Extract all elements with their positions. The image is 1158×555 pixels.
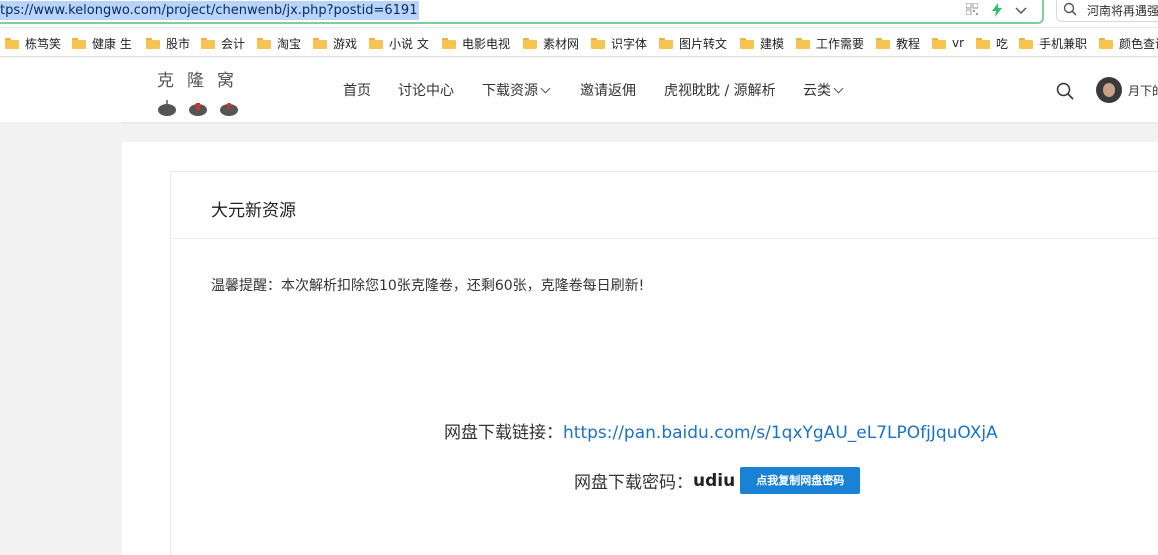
bookmark-folder[interactable]: 识字体 bbox=[591, 35, 647, 51]
nav-source-parse[interactable]: 虎视眈眈 / 源解析 bbox=[664, 80, 776, 100]
bookmark-folder[interactable]: 工作需要 bbox=[796, 35, 864, 51]
password-row: 网盘下载密码： udiu 点我复制网盘密码 bbox=[574, 467, 861, 494]
nav-label: 讨论中心 bbox=[398, 83, 454, 99]
user-name[interactable]: 月下的 bbox=[1128, 82, 1158, 99]
bookmark-folder[interactable]: 吃 bbox=[976, 35, 1008, 51]
logo-bug-icon bbox=[158, 100, 176, 116]
bookmark-folder[interactable]: 淘宝 bbox=[257, 35, 301, 51]
folder-icon bbox=[369, 37, 383, 49]
page-background bbox=[0, 122, 122, 555]
folder-icon bbox=[740, 37, 754, 49]
folder-icon bbox=[796, 37, 810, 49]
bookmark-folder[interactable]: 教程 bbox=[876, 35, 920, 51]
browser-search-box[interactable]: 河南将再遇强 bbox=[1056, 0, 1158, 22]
chevron-down-icon bbox=[833, 83, 844, 94]
chevron-down-icon[interactable] bbox=[1013, 3, 1029, 19]
bookmark-label: 素材网 bbox=[543, 36, 580, 51]
folder-icon bbox=[5, 37, 19, 49]
browser-search-text[interactable]: 河南将再遇强 bbox=[1087, 2, 1158, 19]
download-link-row: 网盘下载链接：https://pan.baidu.com/s/1qxYgAU_e… bbox=[444, 418, 998, 443]
bookmark-folder[interactable]: 游戏 bbox=[313, 35, 357, 51]
nav-label: 邀请返佣 bbox=[580, 83, 636, 99]
bookmark-folder[interactable]: 健康 生 bbox=[72, 35, 132, 51]
bookmark-folder[interactable]: 栋笃笑 bbox=[5, 35, 61, 51]
folder-icon bbox=[257, 37, 271, 49]
bookmark-label: 工作需要 bbox=[816, 36, 865, 51]
site-logo[interactable]: 克隆窝 bbox=[157, 66, 247, 116]
bookmark-label: 栋笃笑 bbox=[25, 36, 62, 51]
bookmark-folder[interactable]: 素材网 bbox=[523, 35, 579, 51]
logo-text: 克隆窝 bbox=[157, 71, 247, 91]
folder-icon bbox=[523, 37, 537, 49]
chevron-down-icon bbox=[540, 83, 551, 94]
nav-label: 云类 bbox=[803, 83, 831, 99]
qr-code-icon[interactable] bbox=[964, 2, 980, 19]
bookmark-label: 淘宝 bbox=[277, 36, 302, 51]
nav-downloads[interactable]: 下载资源 bbox=[482, 80, 551, 100]
search-icon[interactable] bbox=[1056, 82, 1074, 100]
bookmark-label: 股市 bbox=[166, 36, 191, 51]
logo-bug-icon bbox=[220, 103, 238, 116]
folder-icon bbox=[72, 37, 86, 49]
bookmark-folder[interactable]: vr bbox=[932, 35, 964, 51]
bookmark-label: 电影电视 bbox=[462, 36, 511, 51]
folder-icon bbox=[976, 37, 990, 49]
resource-card bbox=[170, 171, 1158, 555]
browser-address-bar: tps://www.kelongwo.com/project/chenwenb/… bbox=[0, 0, 1158, 28]
download-link[interactable]: https://pan.baidu.com/s/1qxYgAU_eL7LPOfj… bbox=[563, 423, 998, 443]
site-header: 克隆窝 首页 讨论中心 下载资源 邀请返佣 虎视眈眈 / 源解析 云类 月下的 bbox=[0, 58, 1158, 122]
bookmark-label: 吃 bbox=[996, 36, 1009, 51]
bookmark-label: 游戏 bbox=[333, 36, 358, 51]
bookmark-label: 颜色查询 bbox=[1119, 36, 1158, 51]
avatar[interactable] bbox=[1096, 77, 1122, 103]
bookmark-label: 建模 bbox=[760, 36, 785, 51]
copy-password-button[interactable]: 点我复制网盘密码 bbox=[740, 467, 861, 494]
divider bbox=[171, 238, 1158, 239]
nav-cloud[interactable]: 云类 bbox=[803, 80, 844, 100]
page-title: 大元新资源 bbox=[211, 201, 296, 221]
password-value: udiu bbox=[693, 470, 736, 491]
bookmark-label: 会计 bbox=[221, 36, 246, 51]
search-icon bbox=[1063, 2, 1077, 16]
nav-discussion[interactable]: 讨论中心 bbox=[398, 80, 454, 100]
folder-icon bbox=[201, 37, 215, 49]
bookmark-folder[interactable]: 会计 bbox=[201, 35, 245, 51]
bookmark-label: 图片转文 bbox=[679, 36, 728, 51]
folder-icon bbox=[146, 37, 160, 49]
lightning-icon[interactable] bbox=[989, 3, 1005, 19]
bookmark-label: vr bbox=[952, 36, 965, 50]
folder-icon bbox=[442, 37, 456, 49]
folder-icon bbox=[1099, 37, 1113, 49]
bookmark-folder[interactable]: 电影电视 bbox=[442, 35, 510, 51]
password-label: 网盘下载密码： bbox=[574, 473, 693, 493]
bookmark-label: 识字体 bbox=[611, 36, 648, 51]
folder-icon bbox=[659, 37, 673, 49]
url-text[interactable]: tps://www.kelongwo.com/project/chenwenb/… bbox=[0, 1, 420, 20]
folder-icon bbox=[876, 37, 890, 49]
nav-invite[interactable]: 邀请返佣 bbox=[580, 80, 636, 100]
logo-bug-icon bbox=[189, 103, 207, 116]
folder-icon bbox=[1019, 37, 1033, 49]
nav-label: 首页 bbox=[343, 83, 371, 99]
bookmark-folder[interactable]: 建模 bbox=[740, 35, 784, 51]
bookmark-folder[interactable]: 小说 文 bbox=[369, 35, 429, 51]
folder-icon bbox=[591, 37, 605, 49]
bookmark-label: 教程 bbox=[896, 36, 921, 51]
nav-label: 下载资源 bbox=[482, 83, 538, 99]
folder-icon bbox=[932, 37, 946, 49]
bookmark-folder[interactable]: 股市 bbox=[146, 35, 190, 51]
bookmark-folder[interactable]: 图片转文 bbox=[659, 35, 727, 51]
notice-text: 温馨提醒：本次解析扣除您10张克隆卷，还剩60张，克隆卷每日刷新! bbox=[211, 278, 645, 294]
bookmark-label: 健康 生 bbox=[92, 36, 132, 51]
bookmark-label: 手机兼职 bbox=[1039, 36, 1088, 51]
bookmark-folder[interactable]: 颜色查询 bbox=[1099, 35, 1158, 51]
bookmark-label: 小说 文 bbox=[389, 36, 429, 51]
download-link-label: 网盘下载链接： bbox=[444, 423, 563, 443]
folder-icon bbox=[313, 37, 327, 49]
url-field[interactable]: tps://www.kelongwo.com/project/chenwenb/… bbox=[0, 0, 1044, 24]
bookmark-folder[interactable]: 手机兼职 bbox=[1019, 35, 1087, 51]
nav-label: 虎视眈眈 / 源解析 bbox=[664, 83, 776, 99]
nav-home[interactable]: 首页 bbox=[343, 80, 371, 100]
bookmarks-bar: 栋笃笑 健康 生 股市 会计 淘宝 游戏 小说 文 电影电视 素材网 识字体 图… bbox=[0, 28, 1158, 57]
